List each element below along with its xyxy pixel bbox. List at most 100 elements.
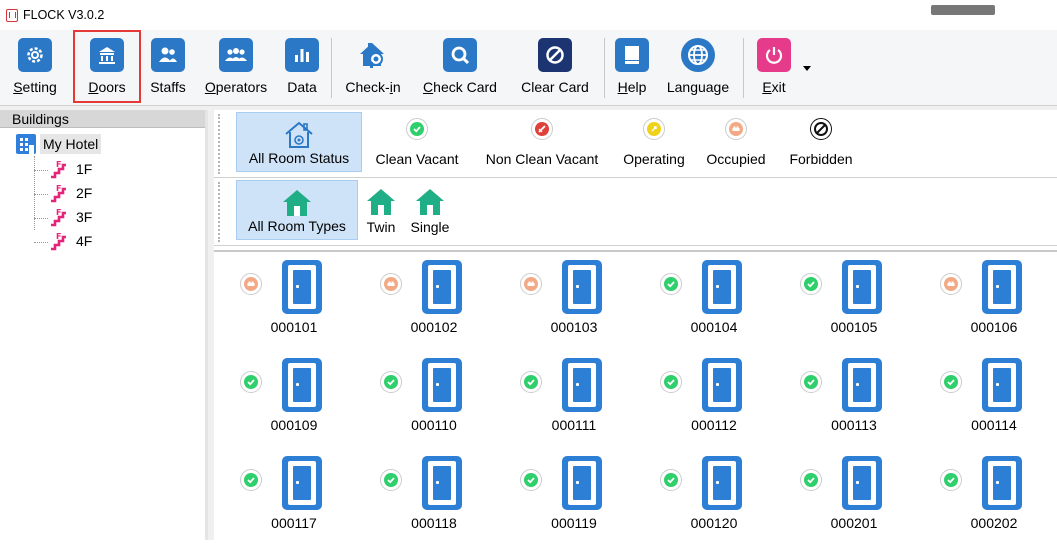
check-circle-icon: [240, 371, 262, 393]
check-circle-icon: [380, 469, 402, 491]
floor-stairs-icon: F: [51, 208, 66, 227]
tree-root-label: My Hotel: [40, 134, 102, 154]
room-tile[interactable]: 000110: [350, 354, 462, 446]
main-panel: All Room Status Clean Vacant Non Clean V…: [214, 110, 1057, 540]
toolbar-overflow-chevron-down-icon[interactable]: [803, 66, 811, 71]
door-icon: [422, 260, 462, 314]
room-tile[interactable]: 000119: [490, 452, 602, 544]
book-icon: [615, 38, 649, 72]
app-window: FLOCK V3.0.2 Setting Doors Staffs Operat…: [0, 0, 1057, 540]
room-tile[interactable]: 000101: [210, 256, 322, 348]
room-number: 000103: [550, 319, 598, 335]
filter-single[interactable]: Single: [404, 180, 456, 240]
gear-icon: [18, 38, 52, 72]
bed-icon: [940, 273, 962, 295]
clear-card-button[interactable]: Clear Card: [511, 30, 599, 106]
check-circle-icon: [940, 371, 962, 393]
bed-icon: [725, 118, 747, 140]
room-number: 000112: [691, 417, 737, 433]
door-icon: [702, 358, 742, 412]
door-icon: [842, 260, 882, 314]
room-number: 000106: [970, 319, 1018, 335]
check-circle-icon: [940, 469, 962, 491]
check-circle-icon: [406, 118, 428, 140]
door-icon: [982, 358, 1022, 412]
room-type-house-icon: [364, 186, 398, 221]
svg-text:F: F: [56, 160, 61, 169]
room-type-house-icon: [280, 187, 314, 222]
room-tile[interactable]: 000202: [910, 452, 1022, 544]
filter-all-room-types[interactable]: All Room Types: [236, 180, 358, 240]
door-icon: [562, 260, 602, 314]
magnifier-icon: [443, 38, 477, 72]
window-control[interactable]: [931, 5, 995, 15]
filter-clean-vacant[interactable]: Clean Vacant: [366, 112, 468, 172]
room-number: 000120: [690, 515, 738, 531]
filter-operating[interactable]: Operating: [616, 112, 692, 172]
filter-occupied[interactable]: Occupied: [698, 112, 774, 172]
room-number: 000202: [970, 515, 1018, 531]
door-icon: [702, 456, 742, 510]
check-circle-icon: [800, 273, 822, 295]
room-tile[interactable]: 000109: [210, 354, 322, 446]
room-type-house-icon: [413, 186, 447, 221]
room-number: 000114: [971, 417, 1017, 433]
filter-all-room-status[interactable]: All Room Status: [236, 112, 362, 172]
filter-twin[interactable]: Twin: [362, 180, 400, 240]
room-tile[interactable]: 000112: [630, 354, 742, 446]
filter-forbidden[interactable]: Forbidden: [780, 112, 862, 172]
toolbar-separator: [743, 38, 744, 98]
room-status-filter-bar: All Room Status Clean Vacant Non Clean V…: [214, 110, 1057, 178]
window-title: FLOCK V3.0.2: [23, 8, 105, 22]
room-number: 000110: [411, 417, 457, 433]
panel-splitter[interactable]: [205, 110, 208, 540]
room-tile[interactable]: 000114: [910, 354, 1022, 446]
check-circle-icon: [660, 371, 682, 393]
door-icon: [562, 456, 602, 510]
toolbar-separator: [604, 38, 605, 98]
forbidden-icon: [810, 118, 832, 140]
door-icon: [982, 260, 1022, 314]
room-number: 000111: [551, 417, 597, 433]
operators-button[interactable]: Operators: [197, 30, 275, 106]
filter-non-clean-vacant[interactable]: Non Clean Vacant: [474, 112, 610, 172]
no-entry-icon: [538, 38, 572, 72]
room-tile[interactable]: 000120: [630, 452, 742, 544]
toolbar: Setting Doors Staffs Operators Data Chec…: [0, 30, 1057, 106]
door-icon: [982, 456, 1022, 510]
check-card-button[interactable]: Check Card: [413, 30, 507, 106]
floor-stairs-icon: F: [51, 184, 66, 203]
setting-button[interactable]: Setting: [0, 30, 70, 106]
toolbar-grip[interactable]: [218, 182, 220, 242]
language-button[interactable]: Language: [658, 30, 738, 106]
room-type-filter-bar: All Room Types Twin Single: [214, 178, 1057, 246]
door-icon: [842, 456, 882, 510]
toolbar-separator: [331, 38, 332, 98]
room-tile[interactable]: 000118: [350, 452, 462, 544]
toolbar-grip[interactable]: [218, 114, 220, 174]
door-icon: [702, 260, 742, 314]
room-tile[interactable]: 000104: [630, 256, 742, 348]
check-circle-icon: [520, 469, 542, 491]
room-tile[interactable]: 000102: [350, 256, 462, 348]
room-tile[interactable]: 000111: [490, 354, 602, 446]
door-icon: [422, 456, 462, 510]
room-tile[interactable]: 000103: [490, 256, 602, 348]
broom-icon: [531, 118, 553, 140]
bed-icon: [520, 273, 542, 295]
staff-icon: [151, 38, 185, 72]
room-number: 000113: [831, 417, 877, 433]
room-tile[interactable]: 000117: [210, 452, 322, 544]
data-button[interactable]: Data: [280, 30, 324, 106]
exit-button[interactable]: Exit: [752, 30, 796, 106]
room-tile[interactable]: 000105: [770, 256, 882, 348]
room-tile[interactable]: 000113: [770, 354, 882, 446]
check-in-button[interactable]: Check-in: [338, 30, 408, 106]
room-tile[interactable]: 000106: [910, 256, 1022, 348]
door-icon: [562, 358, 602, 412]
help-button[interactable]: Help: [612, 30, 652, 106]
building-icon: [16, 134, 36, 154]
house-key-icon: [356, 38, 390, 72]
room-tile[interactable]: 000201: [770, 452, 882, 544]
staffs-button[interactable]: Staffs: [140, 30, 196, 106]
